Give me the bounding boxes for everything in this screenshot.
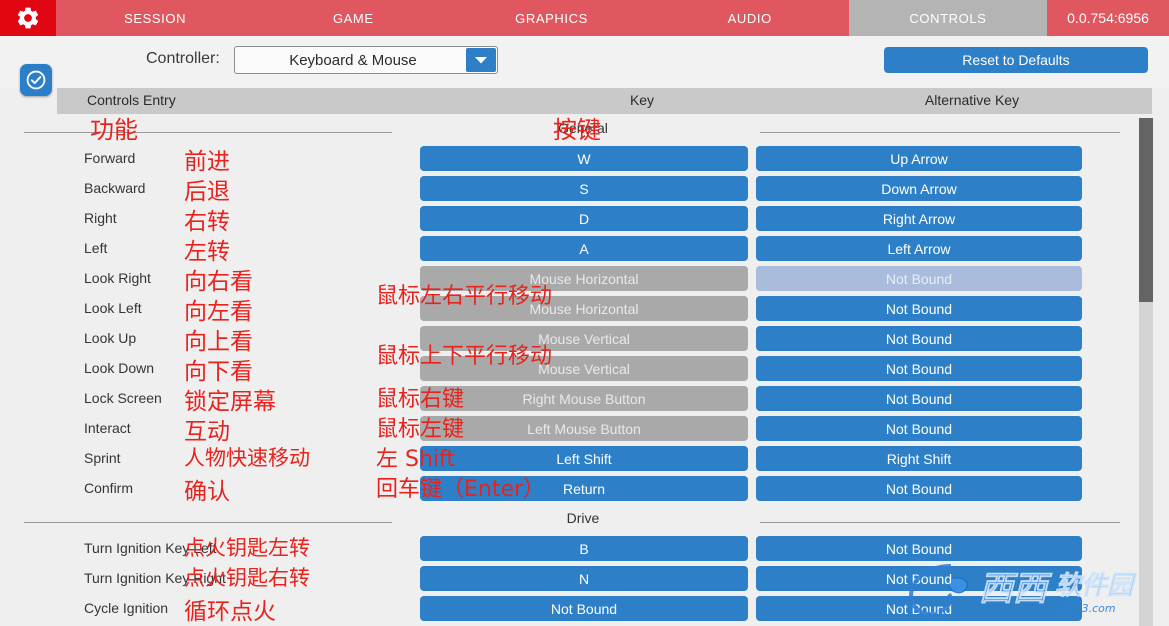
tab-graphics[interactable]: GRAPHICS [452,0,650,36]
section-header: Drive [0,504,1139,534]
control-row-label: Look Right [84,270,151,286]
control-row: Right D Right Arrow [0,204,1139,234]
control-row-label: Right [84,210,117,226]
key-binding-button[interactable]: D [420,206,748,231]
chevron-down-icon[interactable] [466,48,496,72]
control-row-label: Confirm [84,480,134,496]
tab-session[interactable]: SESSION [56,0,254,36]
version-label: 0.0.754:6956 [1067,10,1149,26]
control-row: Forward W Up Arrow [0,144,1139,174]
control-row-label: Sprint [84,450,121,466]
key-binding-button[interactable]: W [420,146,748,171]
control-row: Look Left Mouse Horizontal Not Bound [0,294,1139,324]
reset-to-defaults-button[interactable]: Reset to Defaults [884,47,1148,73]
key-binding-button[interactable]: Not Bound [420,596,748,621]
key-binding-button[interactable]: B [420,536,748,561]
control-row-label: Cycle Ignition [84,600,169,616]
check-circle-icon[interactable] [20,64,52,96]
column-header-entry: Controls Entry [87,92,176,108]
column-header-key: Key [629,92,655,108]
control-row: Confirm Return Not Bound [0,474,1139,504]
control-row-label: Turn Ignition Key Left [84,540,217,556]
control-row-label: Look Left [84,300,142,316]
tab-game[interactable]: GAME [254,0,452,36]
control-row-label: Look Up [84,330,137,346]
control-row-label: Lock Screen [84,390,162,406]
alt-key-binding-button[interactable]: Not Bound [756,356,1082,381]
control-row: Look Up Mouse Vertical Not Bound [0,324,1139,354]
controls-list: General Forward W Up Arrow Backward S Down Arr… [0,114,1139,626]
control-row: Look Right Mouse Horizontal Not Bound [0,264,1139,294]
section-title: General [558,120,608,136]
key-binding-button[interactable]: N [420,566,748,591]
alt-key-binding-button[interactable]: Up Arrow [756,146,1082,171]
alt-key-binding-button[interactable]: Not Bound [756,566,1082,591]
controller-select[interactable]: Keyboard & Mouse [234,46,498,74]
control-row: Left A Left Arrow [0,234,1139,264]
control-row-label: Turn Ignition Key Right [84,570,226,586]
alt-key-binding-button[interactable]: Left Arrow [756,236,1082,261]
alt-key-binding-button[interactable]: Right Shift [756,446,1082,471]
key-binding-button[interactable]: Left Shift [420,446,748,471]
control-row-label: Backward [84,180,146,196]
key-binding-button: Mouse Vertical [420,326,748,351]
control-row: Look Down Mouse Vertical Not Bound [0,354,1139,384]
key-binding-button[interactable]: Return [420,476,748,501]
control-row: Cycle Ignition Not Bound Not Bound [0,594,1139,624]
key-binding-button[interactable]: A [420,236,748,261]
control-row: Turn Ignition Key Right N Not Bound [0,564,1139,594]
section-rule-left [24,132,392,133]
alt-key-binding-button[interactable]: Not Bound [756,296,1082,321]
control-row-label: Forward [84,150,136,166]
tab-audio[interactable]: AUDIO [651,0,849,36]
alt-key-binding-button[interactable]: Right Arrow [756,206,1082,231]
alt-key-binding-button[interactable]: Not Bound [756,536,1082,561]
section-title: Drive [566,510,600,526]
alt-key-binding-button[interactable]: Not Bound [756,596,1082,621]
alt-key-binding-button[interactable]: Not Bound [756,386,1082,411]
alt-key-binding-button[interactable]: Down Arrow [756,176,1082,201]
section-rule-left [24,522,392,523]
key-binding-button: Mouse Horizontal [420,296,748,321]
control-row-label: Left [84,240,108,256]
scrollbar-thumb[interactable] [1139,118,1153,302]
control-row: Turn Ignition Key Left B Not Bound [0,534,1139,564]
alt-key-binding-button[interactable]: Not Bound [756,476,1082,501]
controller-select-value: Keyboard & Mouse [289,51,417,69]
tab-controls[interactable]: CONTROLS [848,0,1048,36]
gear-icon[interactable] [0,0,56,36]
control-row: Backward S Down Arrow [0,174,1139,204]
control-row: Sprint Left Shift Right Shift [0,444,1139,474]
key-binding-button: Right Mouse Button [420,386,748,411]
scroll-gutter [1153,88,1169,626]
alt-key-binding-button[interactable]: Not Bound [756,416,1082,441]
control-row: Lock Screen Right Mouse Button Not Bound [0,384,1139,414]
column-header-alt: Alternative Key [924,92,1020,108]
section-rule-right [760,132,1120,133]
column-header-bar: Controls Entry Key Alternative Key [57,88,1152,114]
section-header: General [0,114,1139,144]
key-binding-button: Left Mouse Button [420,416,748,441]
alt-key-binding-button[interactable]: Not Bound [756,326,1082,351]
alt-key-binding-button[interactable]: Not Bound [756,266,1082,291]
control-row: Interact Left Mouse Button Not Bound [0,414,1139,444]
settings-window: SESSION GAME GRAPHICS AUDIO CONTROLS 0.0… [0,0,1169,626]
control-row-label: Look Down [84,360,155,376]
vertical-scrollbar[interactable] [1139,118,1153,626]
key-binding-button: Mouse Vertical [420,356,748,381]
control-row-label: Interact [84,420,131,436]
controller-label: Controller: [146,50,220,67]
section-rule-right [760,522,1120,523]
key-binding-button[interactable]: S [420,176,748,201]
top-tab-bar: SESSION GAME GRAPHICS AUDIO CONTROLS 0.0… [0,0,1169,36]
key-binding-button: Mouse Horizontal [420,266,748,291]
